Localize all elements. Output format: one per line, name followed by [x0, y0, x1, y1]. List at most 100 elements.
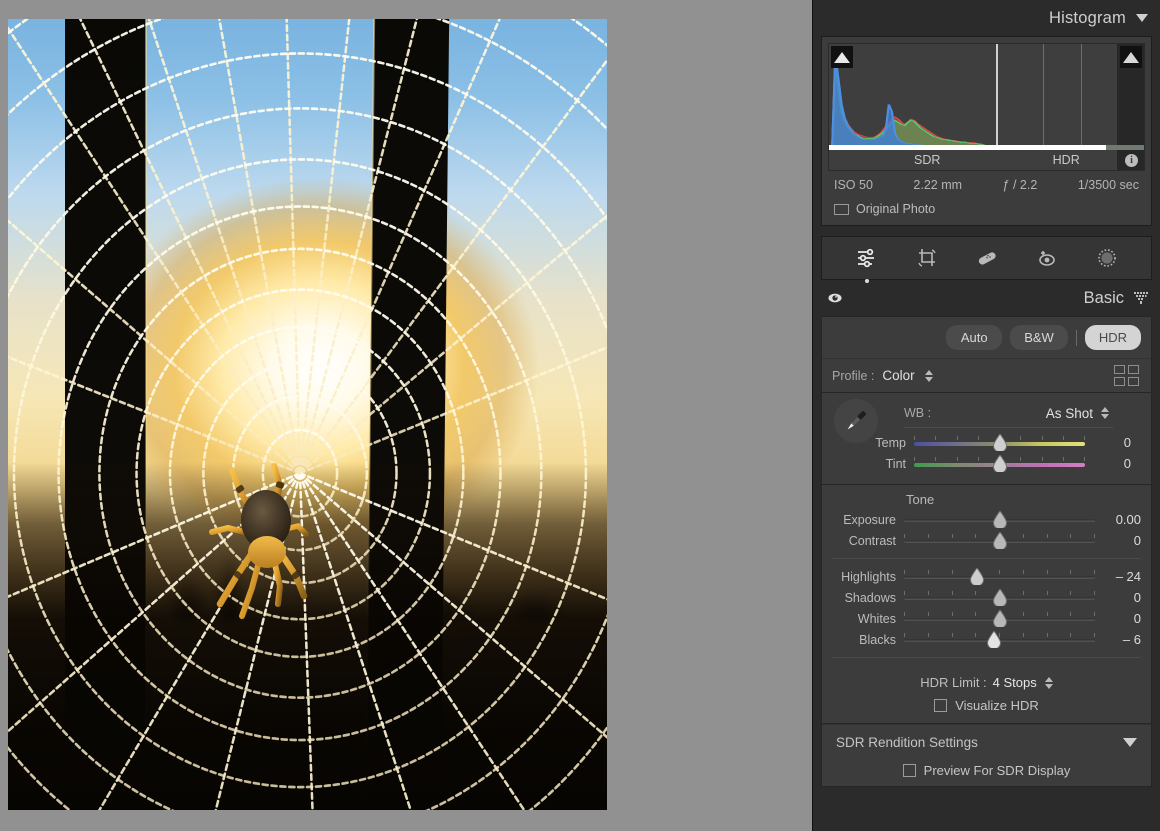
- tint-slider-handle[interactable]: [992, 454, 1007, 472]
- temp-value[interactable]: 0: [1085, 435, 1131, 450]
- profile-label: Profile :: [832, 368, 875, 383]
- sdr-zone-label: SDR: [914, 153, 941, 167]
- eye-icon[interactable]: [827, 290, 843, 306]
- masking-eye-plus-icon[interactable]: [1034, 245, 1060, 271]
- photo-preview[interactable]: [8, 19, 607, 810]
- highlights-value[interactable]: – 24: [1095, 569, 1141, 584]
- histogram-box: SDR HDR i ISO 50 2.22 mm ƒ / 2.2 1/3500 …: [821, 36, 1152, 226]
- triangle-down-icon[interactable]: [1136, 14, 1148, 22]
- exposure-value[interactable]: 0.00: [1095, 512, 1141, 527]
- wb-label: WB :: [904, 406, 932, 420]
- highlights-slider-track[interactable]: [904, 567, 1095, 585]
- whites-slider-row: Whites 0: [822, 608, 1151, 629]
- photo-canvas: [0, 0, 812, 831]
- contrast-slider-track[interactable]: [904, 531, 1095, 549]
- blacks-slider-handle[interactable]: [986, 630, 1001, 648]
- edit-sliders-icon[interactable]: [854, 245, 880, 283]
- histogram-curves: [829, 54, 1144, 150]
- up-down-stepper-icon[interactable]: [1044, 676, 1053, 689]
- exposure-slider-track[interactable]: [904, 510, 1095, 528]
- shadows-slider-handle[interactable]: [992, 588, 1007, 606]
- basic-mode-block: Auto B&W HDR Profile : Color: [821, 316, 1152, 393]
- hdr-zone-label: HDR: [1052, 153, 1080, 167]
- stop-gridline-1: [1043, 44, 1045, 148]
- profile-grid-icon[interactable]: [1114, 365, 1139, 386]
- sdr-hdr-boundary-line: [995, 44, 998, 148]
- blacks-slider-row: Blacks – 6: [822, 629, 1151, 650]
- edit-tool-strip: [821, 236, 1152, 283]
- slider-ticks: [904, 569, 1095, 574]
- blacks-value[interactable]: – 6: [1095, 632, 1141, 647]
- slider-bar: [904, 575, 1095, 579]
- hdr-limit-label: HDR Limit :: [920, 675, 987, 690]
- histogram-zone-labels: SDR HDR i: [829, 150, 1144, 170]
- tint-value[interactable]: 0: [1085, 456, 1131, 471]
- whites-slider-handle[interactable]: [992, 609, 1007, 627]
- spider: [194, 454, 344, 629]
- highlights-label: Highlights: [841, 569, 896, 584]
- aperture-value: ƒ / 2.2: [1002, 178, 1038, 192]
- temp-slider-handle[interactable]: [992, 433, 1007, 451]
- bw-button[interactable]: B&W: [1010, 325, 1068, 350]
- sdr-rendition-header[interactable]: SDR Rendition Settings: [822, 724, 1151, 759]
- contrast-value[interactable]: 0: [1095, 533, 1141, 548]
- visualize-hdr-label: Visualize HDR: [955, 698, 1039, 713]
- whites-value[interactable]: 0: [1095, 611, 1141, 626]
- visualize-hdr-checkbox[interactable]: [934, 699, 948, 712]
- histogram-panel-header[interactable]: Histogram: [813, 0, 1160, 36]
- stop-gridline-2: [1081, 44, 1082, 148]
- hdr-button[interactable]: HDR: [1084, 325, 1141, 350]
- temp-slider-track[interactable]: [914, 433, 1085, 451]
- profile-row: Profile : Color: [822, 358, 1151, 392]
- tint-slider-row: Tint 0: [832, 453, 1141, 474]
- auto-button[interactable]: Auto: [946, 325, 1003, 350]
- healing-bandage-icon[interactable]: [974, 245, 1000, 271]
- hdr-limit-value[interactable]: 4 Stops: [993, 675, 1037, 690]
- exposure-slider-handle[interactable]: [992, 510, 1007, 528]
- blacks-label: Blacks: [859, 632, 896, 647]
- basic-panel-header[interactable]: Basic: [813, 280, 1160, 316]
- shadows-value[interactable]: 0: [1095, 590, 1141, 605]
- funnel-icon[interactable]: [1134, 291, 1148, 305]
- original-photo-toggle[interactable]: Original Photo: [828, 198, 1145, 225]
- eyedropper-icon[interactable]: [834, 399, 878, 443]
- highlight-clipping-triangle-icon[interactable]: [1120, 46, 1142, 68]
- histogram-graph[interactable]: SDR HDR i: [828, 43, 1145, 171]
- preview-sdr-row[interactable]: Preview For SDR Display: [822, 759, 1151, 786]
- tint-slider-track[interactable]: [914, 454, 1085, 472]
- profile-value[interactable]: Color: [882, 368, 914, 383]
- contrast-slider-handle[interactable]: [992, 531, 1007, 549]
- spider-web-photograph: [8, 19, 607, 810]
- up-down-stepper-icon[interactable]: [924, 369, 933, 382]
- focal-length-value: 2.22 mm: [913, 178, 963, 192]
- blacks-slider-track[interactable]: [904, 630, 1095, 648]
- right-develop-panel: Histogram SDR HDR i ISO 50 2.22 mm ƒ / 2…: [812, 0, 1160, 831]
- shadow-clipping-triangle-icon[interactable]: [831, 46, 853, 68]
- crop-icon[interactable]: [914, 245, 940, 271]
- visualize-hdr-row[interactable]: Visualize HDR: [822, 696, 1151, 723]
- iso-value: ISO 50: [834, 178, 873, 192]
- exposure-slider-row: Exposure 0.00: [822, 509, 1151, 530]
- histogram-title: Histogram: [1049, 8, 1126, 27]
- sdr-rendition-title: SDR Rendition Settings: [836, 735, 978, 750]
- triangle-down-icon[interactable]: [1123, 738, 1137, 747]
- original-photo-label: Original Photo: [856, 202, 936, 216]
- capture-metadata-row: ISO 50 2.22 mm ƒ / 2.2 1/3500 sec: [828, 171, 1145, 198]
- wb-row: WB : As Shot: [832, 401, 1141, 425]
- lightroom-develop-window: Histogram SDR HDR i ISO 50 2.22 mm ƒ / 2…: [0, 0, 1160, 831]
- info-icon[interactable]: i: [1125, 153, 1138, 167]
- highlights-slider-handle[interactable]: [969, 567, 984, 585]
- preview-sdr-label: Preview For SDR Display: [923, 763, 1071, 778]
- whites-label: Whites: [857, 611, 896, 626]
- up-down-stepper-icon[interactable]: [1101, 407, 1109, 419]
- sdr-rendition-block: SDR Rendition Settings Preview For SDR D…: [821, 724, 1152, 787]
- shutter-speed-value: 1/3500 sec: [1077, 178, 1139, 192]
- hdr-divider: [832, 657, 1141, 658]
- wb-value-group[interactable]: As Shot: [1046, 406, 1141, 421]
- highlights-slider-row: Highlights – 24: [822, 566, 1151, 587]
- mode-divider: [1075, 329, 1077, 346]
- preview-sdr-checkbox[interactable]: [902, 764, 916, 777]
- red-eye-circle-icon[interactable]: [1094, 245, 1120, 271]
- whites-slider-track[interactable]: [904, 609, 1095, 627]
- shadows-slider-track[interactable]: [904, 588, 1095, 606]
